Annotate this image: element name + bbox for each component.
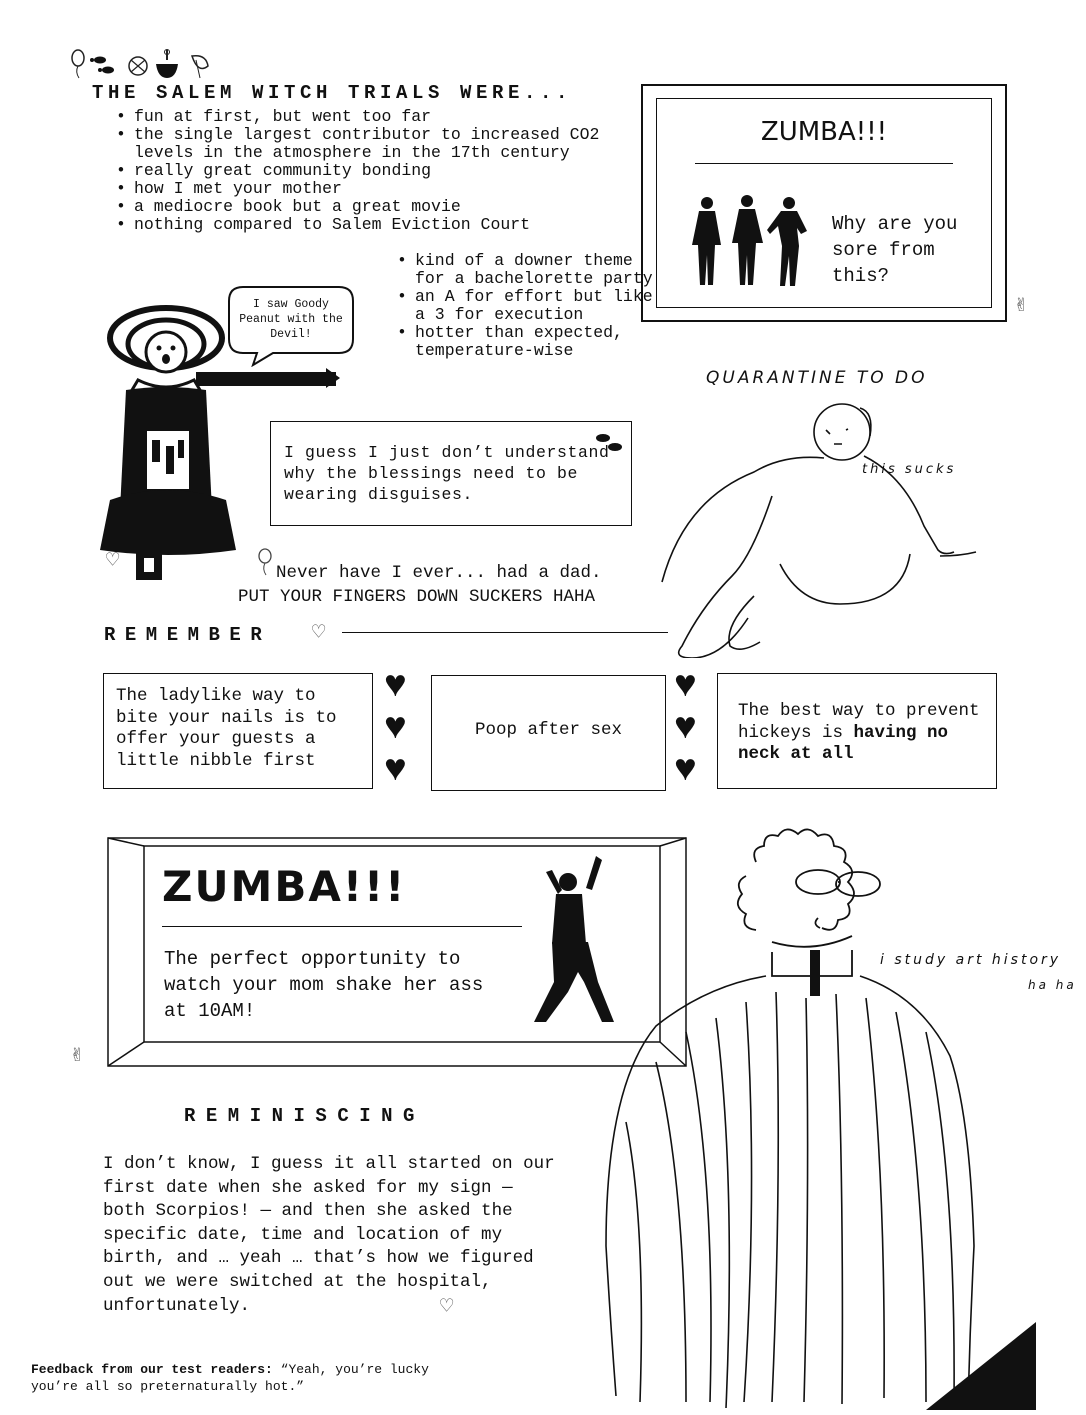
list-item: an A for effort but like a 3 for executi… bbox=[397, 288, 665, 324]
zumba-bottom-rule bbox=[162, 926, 522, 927]
remember-box-1: The ladylike way to bite your nails is t… bbox=[103, 673, 373, 789]
heart-outline-icon: ♡ bbox=[312, 621, 326, 646]
footprints-icon bbox=[90, 56, 114, 74]
remember-box-2: Poop after sex bbox=[431, 675, 666, 791]
list-item: kind of a downer theme for a bachelorett… bbox=[397, 252, 665, 288]
reminiscing-text: I don’t know, I guess it all started on … bbox=[103, 1154, 555, 1316]
list-item: really great community bonding bbox=[116, 162, 634, 181]
quarantine-figure bbox=[654, 396, 994, 659]
never-line-2: PUT YOUR FINGERS DOWN SUCKERS HAHA bbox=[238, 587, 596, 607]
speech-text: I saw Goody Peanut with the Devil! bbox=[239, 298, 343, 341]
quarantine-label: QUARANTINE TO DO bbox=[706, 368, 928, 388]
heart-icon: ♥ bbox=[384, 665, 407, 708]
heart-icon: ♥ bbox=[674, 707, 697, 750]
feedback: Feedback from our test readers: “Yeah, y… bbox=[31, 1361, 451, 1395]
list-item: how I met your mother bbox=[116, 180, 634, 199]
speech-bubble: I saw Goody Peanut with the Devil! bbox=[225, 283, 357, 367]
remember-box-3: The best way to prevent hickeys is havin… bbox=[717, 673, 997, 789]
heart-icon: ♥ bbox=[674, 665, 697, 708]
heart-outline-icon: ♡ bbox=[440, 1295, 454, 1320]
zumba-top-rule bbox=[695, 163, 953, 164]
header-icons bbox=[68, 46, 218, 82]
peace-hand-icon: ✌ bbox=[1014, 293, 1028, 318]
heart-icon: ♥ bbox=[674, 749, 697, 792]
balloon-icon bbox=[71, 49, 85, 79]
zumba-bottom-title: ZUMBA!!! bbox=[162, 862, 407, 911]
art-history-line-2: ha ha bbox=[1028, 978, 1077, 992]
zumba-top-text: Why are you sore from this? bbox=[832, 213, 958, 287]
balloon-icon bbox=[258, 548, 272, 576]
zumba-bottom-text: The perfect opportunity to watch your mo… bbox=[164, 948, 484, 1022]
footprints-icon bbox=[596, 434, 622, 451]
blessings-box: I guess I just don’t understand why the … bbox=[270, 421, 632, 526]
dancers-silhouette bbox=[692, 195, 807, 286]
salem-list-b: kind of a downer theme for a bachelorett… bbox=[395, 252, 665, 360]
feedback-label: Feedback from our test readers: bbox=[31, 1362, 273, 1377]
salem-list-a: fun at first, but went too far the singl… bbox=[114, 108, 634, 235]
remember-rule bbox=[342, 632, 668, 633]
remember-box-2-text: Poop after sex bbox=[474, 720, 623, 740]
peace-hand-icon: ✌ bbox=[70, 1043, 84, 1068]
salem-title: THE SALEM WITCH TRIALS WERE... bbox=[92, 82, 573, 104]
heart-icon: ♥ bbox=[384, 707, 407, 750]
art-history-figure bbox=[596, 822, 1036, 1410]
remember-box-3-text: The best way to prevent hickeys is havin… bbox=[738, 701, 994, 766]
reminiscing-heading: REMINISCING bbox=[184, 1105, 425, 1127]
quarantine-note: this sucks bbox=[862, 462, 957, 477]
heart-outline-icon: ♡ bbox=[106, 549, 120, 574]
leaf-icon bbox=[191, 54, 209, 79]
art-history-line-1: i study art history bbox=[880, 952, 1062, 968]
cauldron-icon bbox=[156, 49, 178, 78]
zumba-top-inner: ZUMBA!!! Why are you sore from this? bbox=[656, 98, 992, 308]
never-line-1: Never have I ever... had a dad. bbox=[276, 563, 602, 583]
list-item: a mediocre book but a great movie bbox=[116, 198, 634, 217]
art-history-figure-svg bbox=[605, 828, 1036, 1410]
heart-icon: ♥ bbox=[384, 749, 407, 792]
remember-heading: REMEMBER bbox=[104, 624, 272, 646]
blessings-text: I guess I just don’t understand why the … bbox=[284, 443, 610, 504]
remember-box-1-text: The ladylike way to bite your nails is t… bbox=[116, 686, 337, 771]
list-item: fun at first, but went too far bbox=[116, 108, 634, 127]
quarantine-figure-svg bbox=[661, 403, 977, 659]
header-icons-svg bbox=[71, 49, 209, 79]
list-item: the single largest contributor to increa… bbox=[116, 126, 634, 162]
zumba-top-outer: ZUMBA!!! Why are you sore from this? bbox=[641, 84, 1007, 322]
biohazard-icon bbox=[128, 56, 148, 76]
list-item: hotter than expected, temperature-wise bbox=[397, 324, 665, 360]
list-item: nothing compared to Salem Eviction Court bbox=[116, 216, 634, 235]
zumba-top-title: ZUMBA!!! bbox=[760, 117, 888, 147]
